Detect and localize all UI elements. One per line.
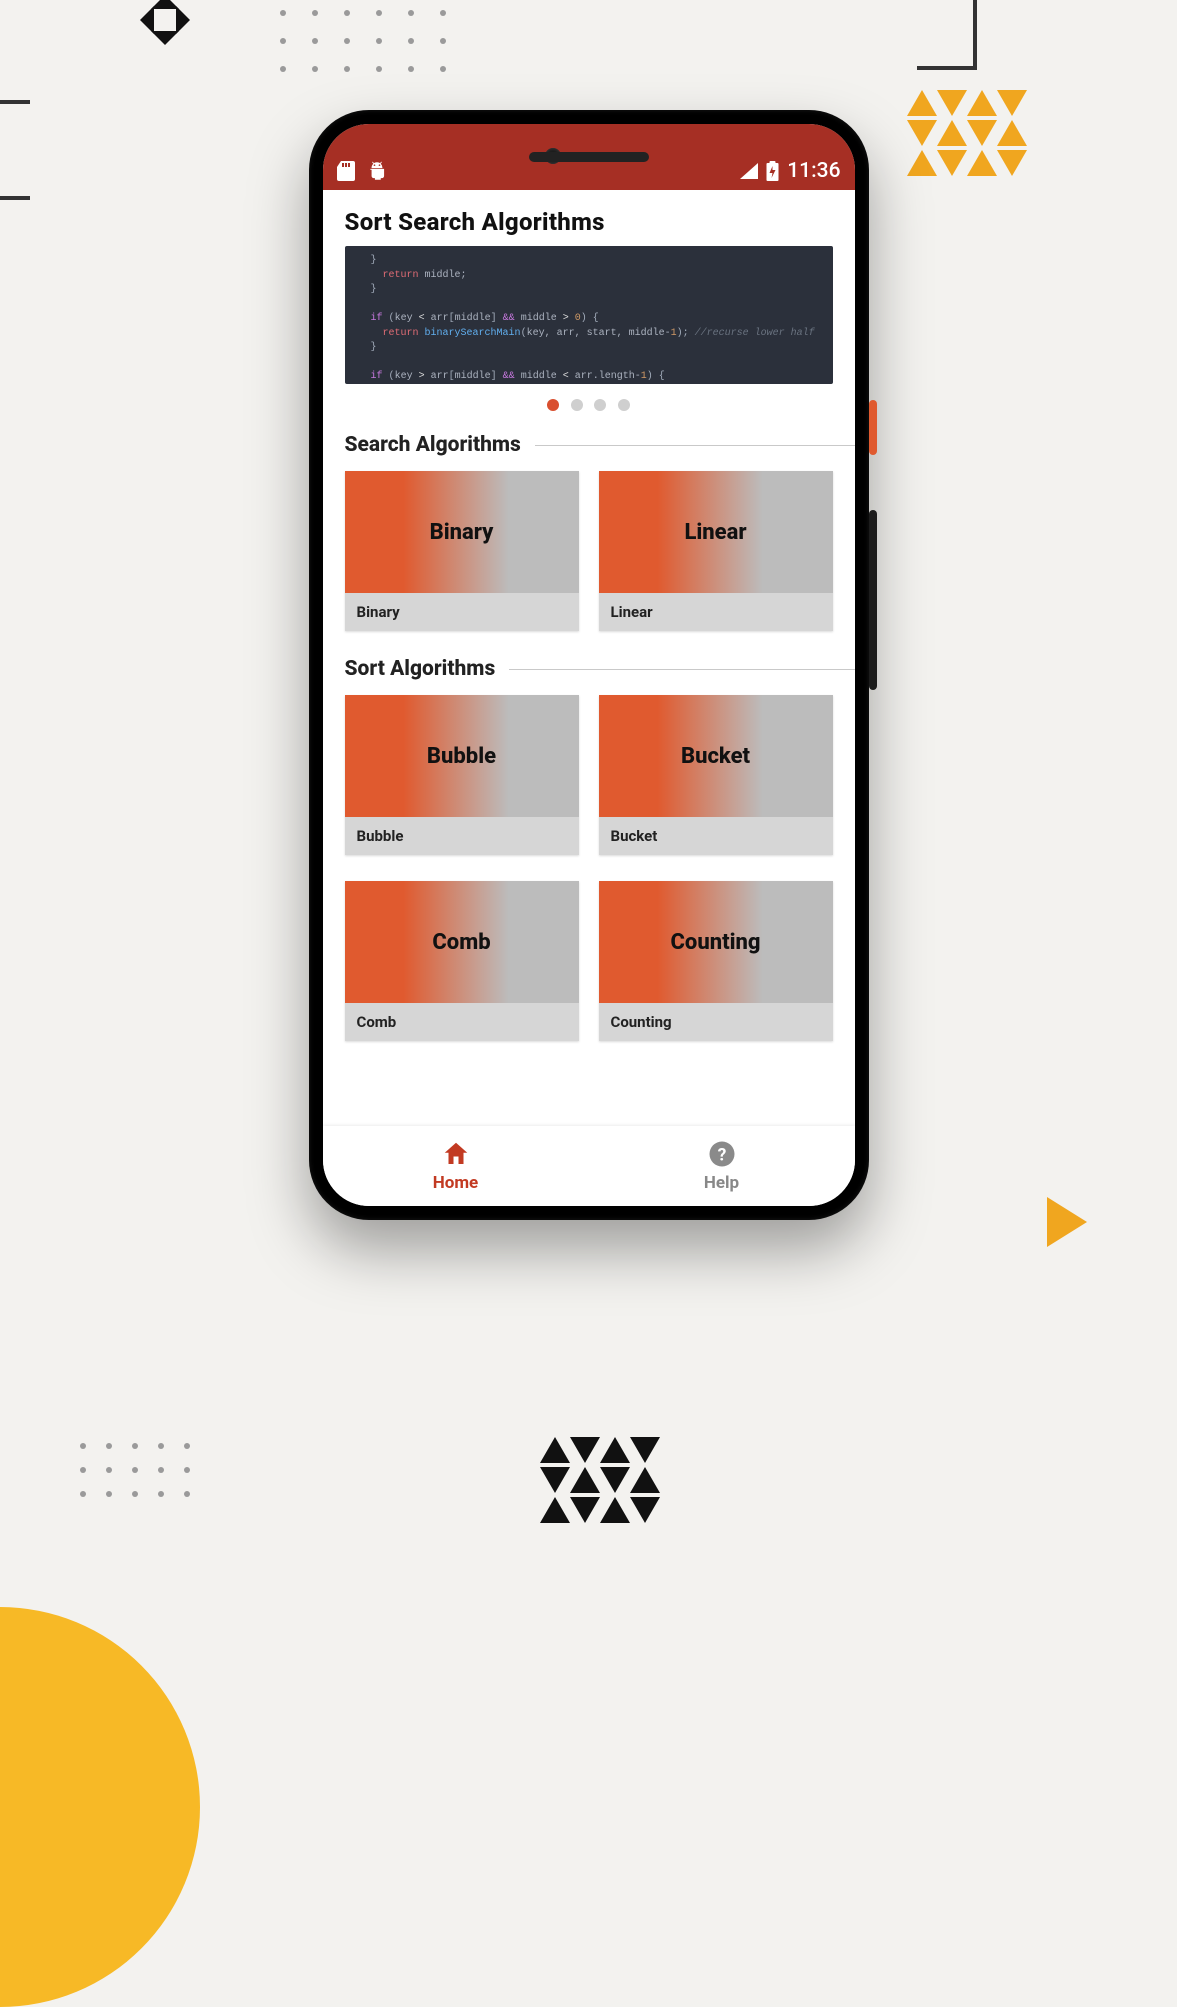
svg-text:?: ?	[717, 1145, 726, 1165]
decor-triangles	[907, 90, 1027, 180]
page-title: Sort Search Algorithms	[323, 208, 855, 246]
bottom-nav: Home ? Help	[323, 1126, 855, 1206]
card-thumb: Bucket	[599, 695, 833, 817]
card-thumb: Linear	[599, 471, 833, 593]
algo-card-bubble[interactable]: Bubble Bubble	[345, 695, 579, 855]
battery-charging-icon	[766, 161, 779, 181]
card-caption: Binary	[345, 593, 579, 631]
nav-label: Help	[704, 1173, 739, 1193]
carousel-dot[interactable]	[594, 399, 606, 411]
card-thumb: Bubble	[345, 695, 579, 817]
help-icon: ?	[707, 1139, 737, 1169]
section-title: Search Algorithms	[345, 433, 521, 457]
content[interactable]: Sort Search Algorithms } return middle; …	[323, 190, 855, 1126]
card-thumb: Counting	[599, 881, 833, 1003]
divider	[509, 669, 854, 670]
card-thumb-label: Binary	[430, 520, 494, 545]
nav-label: Home	[433, 1173, 479, 1193]
algo-card-bucket[interactable]: Bucket Bucket	[599, 695, 833, 855]
card-thumb-label: Comb	[432, 930, 490, 955]
section-title: Sort Algorithms	[345, 657, 496, 681]
phone-volume-button	[869, 510, 877, 690]
card-thumb: Comb	[345, 881, 579, 1003]
home-icon	[441, 1139, 471, 1169]
card-caption: Counting	[599, 1003, 833, 1041]
nav-home[interactable]: Home	[323, 1126, 589, 1206]
signal-icon	[740, 163, 758, 179]
algo-card-binary[interactable]: Binary Binary	[345, 471, 579, 631]
algo-card-comb[interactable]: Comb Comb	[345, 881, 579, 1041]
card-thumb: Binary	[345, 471, 579, 593]
sd-card-icon	[337, 161, 355, 181]
card-caption: Bucket	[599, 817, 833, 855]
decor-bracket	[917, 0, 977, 70]
nav-help[interactable]: ? Help	[589, 1126, 855, 1206]
decor-diamond-icon	[140, 0, 190, 45]
carousel-indicator	[323, 396, 855, 415]
status-bar: 11:36	[323, 124, 855, 190]
carousel-dot[interactable]	[571, 399, 583, 411]
section-header-search: Search Algorithms	[323, 433, 855, 457]
decor-dots	[80, 1443, 192, 1497]
code-carousel-slide[interactable]: } return middle; } if (key < arr[middle]…	[345, 246, 833, 384]
app-screen: 11:36 Sort Search Algorithms } return mi…	[323, 124, 855, 1206]
phone-frame: 11:36 Sort Search Algorithms } return mi…	[309, 110, 869, 1220]
card-thumb-label: Linear	[684, 520, 746, 545]
card-thumb-label: Bubble	[427, 744, 496, 769]
carousel-dot[interactable]	[618, 399, 630, 411]
card-caption: Bubble	[345, 817, 579, 855]
android-icon	[367, 161, 387, 181]
decor-bracket	[0, 100, 30, 200]
algo-card-linear[interactable]: Linear Linear	[599, 471, 833, 631]
carousel-dot[interactable]	[547, 399, 559, 411]
divider	[535, 445, 855, 446]
decor-circle	[0, 1607, 200, 2007]
algo-card-counting[interactable]: Counting Counting	[599, 881, 833, 1041]
phone-power-button	[869, 400, 877, 455]
section-header-sort: Sort Algorithms	[323, 657, 855, 681]
status-time: 11:36	[787, 159, 840, 183]
card-caption: Comb	[345, 1003, 579, 1041]
card-thumb-label: Bucket	[681, 744, 750, 769]
card-thumb-label: Counting	[671, 930, 761, 955]
decor-triangle	[1047, 1197, 1087, 1247]
decor-dots	[280, 10, 450, 72]
decor-triangles	[540, 1437, 660, 1527]
card-caption: Linear	[599, 593, 833, 631]
